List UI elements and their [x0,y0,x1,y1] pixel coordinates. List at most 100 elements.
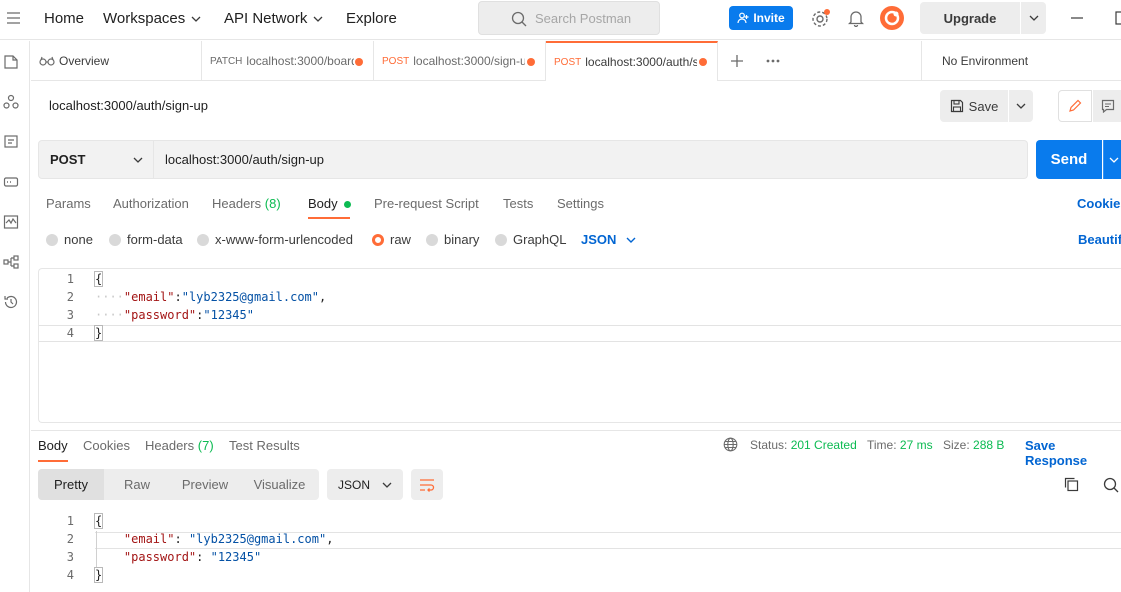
overview-icon [39,56,55,66]
close-brace: } [93,325,104,341]
unsaved-dot [355,58,363,66]
search-input[interactable]: Search Postman [478,1,660,35]
response-size[interactable]: Size: 288 B [943,438,1004,452]
environments-icon[interactable] [3,134,21,152]
tab-title: localhost:3000/auth/sign-up [585,55,697,69]
response-tab-cookies[interactable]: Cookies [83,438,130,453]
more-tabs-icon[interactable] [766,59,780,63]
line-number: 4 [66,568,74,582]
response-code-line: "email": "lyb2325@gmail.com", [95,532,334,546]
edit-button[interactable] [1058,90,1092,122]
line-number: 4 [66,326,74,340]
size-value: 288 B [973,438,1005,452]
line-number: 2 [66,532,74,546]
nav-explore[interactable]: Explore [346,10,397,27]
response-status[interactable]: Status: 201 Created [750,438,857,452]
method-select[interactable]: POST [38,140,154,179]
minimize-icon[interactable] [1071,17,1083,19]
new-tab-icon[interactable] [730,54,744,68]
environment-selector[interactable]: No Environment [921,41,1121,80]
json-key: "password" [123,308,197,322]
invite-button[interactable]: Invite [729,6,793,30]
line-number: 2 [66,290,74,304]
save-button[interactable]: Save [940,90,1008,122]
url-input[interactable]: localhost:3000/auth/sign-up [154,140,1028,179]
response-tab-body[interactable]: Body [38,438,68,453]
mock-servers-icon[interactable] [3,174,21,192]
tab-authorization[interactable]: Authorization [113,196,189,211]
open-brace: { [93,271,104,287]
view-visualize[interactable]: Visualize [240,469,319,500]
nav-api-network[interactable]: API Network [224,10,323,27]
tab-headers[interactable]: Headers (8) [212,196,281,211]
raw-format-select[interactable]: JSON [581,232,636,247]
bell-icon[interactable] [848,9,864,27]
menu-icon[interactable] [7,12,21,24]
search-response-icon[interactable] [1103,477,1119,493]
maximize-icon[interactable] [1115,11,1121,25]
response-time[interactable]: Time: 27 ms [867,438,933,452]
response-code-line: } [93,567,104,583]
response-tab-test-results[interactable]: Test Results [229,438,300,453]
request-title: localhost:3000/auth/sign-up [49,98,209,113]
radio-label: form-data [127,232,183,247]
response-divider[interactable] [31,430,1121,431]
globe-icon[interactable] [723,437,738,452]
body-type-graphql[interactable]: GraphQL [495,232,566,247]
monitors-icon[interactable] [3,214,21,232]
wrap-icon [420,478,435,492]
body-type-raw[interactable]: raw [372,232,411,247]
copy-icon[interactable] [1064,477,1079,492]
avatar[interactable] [880,6,904,30]
tab-request-post-auth-sign-up[interactable]: POST localhost:3000/auth/sign-up [546,41,718,81]
tab-body[interactable]: Body [308,196,351,211]
comments-button[interactable] [1093,90,1121,122]
response-tab-headers[interactable]: Headers (7) [145,438,214,453]
response-format-select[interactable]: JSON [327,469,403,500]
tab-tests[interactable]: Tests [503,196,533,211]
tab-title: localhost:3000/sign-up [413,54,526,68]
upgrade-button[interactable]: Upgrade [920,2,1020,34]
body-type-urlencoded[interactable]: x-www-form-urlencoded [197,232,353,247]
wrap-lines-button[interactable] [411,469,443,500]
tab-overview[interactable]: Overview [31,41,202,81]
view-raw[interactable]: Raw [104,469,170,500]
save-response-button[interactable]: Save Response [1025,438,1121,468]
json-sep: : [196,550,211,564]
body-type-form-data[interactable]: form-data [109,232,183,247]
history-icon[interactable] [3,294,21,312]
radio-label: none [64,232,93,247]
tab-overview-label: Overview [59,54,110,68]
apis-icon[interactable] [3,94,21,112]
save-dropdown[interactable] [1009,90,1033,122]
tab-pre-request-script[interactable]: Pre-request Script [374,196,479,211]
tab-params[interactable]: Params [46,196,91,211]
collections-icon[interactable] [3,54,21,72]
view-pretty[interactable]: Pretty [38,469,104,500]
view-preview[interactable]: Preview [170,469,240,500]
settings-icon[interactable] [810,9,830,29]
response-view-group: Pretty Raw Preview Visualize [38,469,319,500]
add-user-icon [737,12,749,24]
nav-workspaces-label: Workspaces [103,10,186,27]
nav-workspaces[interactable]: Workspaces [103,10,201,27]
flows-icon[interactable] [3,254,21,272]
nav-home[interactable]: Home [44,10,84,27]
json-sep: : [174,290,182,304]
send-dropdown[interactable] [1103,140,1121,179]
line-number: 3 [66,550,74,564]
chevron-down-icon [1016,103,1026,109]
tab-method: PATCH [210,55,243,67]
body-type-binary[interactable]: binary [426,232,479,247]
json-comma: , [319,290,327,304]
tab-request-patch-boards[interactable]: PATCH localhost:3000/boards [202,41,374,81]
upgrade-dropdown[interactable] [1021,2,1046,34]
cookies-link[interactable]: Cookies [1077,196,1121,211]
beautify-link[interactable]: Beautify [1078,232,1121,247]
chevron-down-icon [626,237,636,243]
send-button[interactable]: Send [1036,140,1102,179]
body-type-none[interactable]: none [46,232,93,247]
chevron-down-icon [1109,157,1118,163]
tab-request-post-sign-up[interactable]: POST localhost:3000/sign-up [374,41,546,81]
tab-settings[interactable]: Settings [557,196,604,211]
